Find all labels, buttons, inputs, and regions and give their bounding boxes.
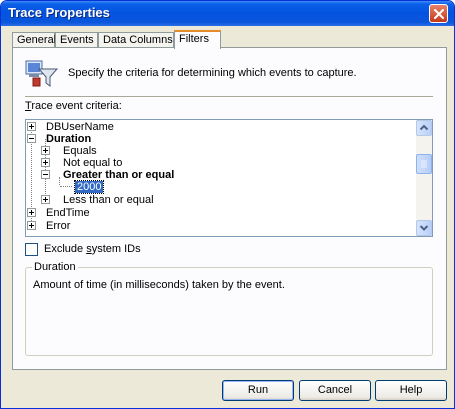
tree-item-equals[interactable]: Equals [26, 145, 416, 157]
scroll-thumb[interactable] [416, 154, 432, 174]
separator [25, 96, 433, 98]
collapse-icon[interactable] [41, 170, 50, 179]
expand-icon[interactable] [27, 122, 36, 131]
run-button[interactable]: Run [222, 380, 294, 401]
tree-item-duration[interactable]: Duration [26, 133, 416, 145]
tree-item-not-equal-to[interactable]: Not equal to [26, 157, 416, 169]
help-button[interactable]: Help [375, 380, 447, 401]
expand-icon[interactable] [41, 158, 50, 167]
trace-event-criteria-label: Trace event criteria: [25, 100, 122, 112]
close-icon [434, 9, 444, 19]
grip-icon [421, 160, 427, 168]
header-description: Specify the criteria for determining whi… [68, 67, 357, 79]
collapse-icon[interactable] [27, 134, 36, 143]
cancel-button[interactable]: Cancel [299, 380, 371, 401]
scroll-down-button[interactable] [416, 220, 432, 236]
close-button[interactable] [429, 4, 448, 23]
trace-filter-icon [25, 60, 59, 87]
exclude-system-ids-label[interactable]: Exclude system IDs [44, 243, 141, 255]
tab-data-columns[interactable]: Data Columns [98, 32, 174, 48]
title-bar[interactable]: Trace Properties [1, 1, 454, 26]
details-description: Amount of time (in milliseconds) taken b… [33, 279, 285, 291]
trace-event-criteria-tree[interactable]: DBUserName Duration Equals Not equal to … [25, 119, 433, 237]
details-group: Duration Amount of time (in milliseconds… [25, 261, 433, 356]
filters-panel: Specify the criteria for determining whi… [12, 47, 447, 370]
expand-icon[interactable] [41, 146, 50, 155]
tree-item-endtime[interactable]: EndTime [26, 207, 416, 219]
trace-properties-dialog: Trace Properties General Events Data Col… [0, 0, 455, 409]
scroll-up-button[interactable] [416, 120, 432, 136]
arrow-down-icon [419, 225, 429, 231]
expand-icon[interactable] [41, 195, 50, 204]
tree-item-less-than-or-equal[interactable]: Less than or equal [26, 194, 416, 206]
tab-general[interactable]: General [12, 32, 56, 48]
tab-events[interactable]: Events [55, 32, 98, 48]
tree-item-greater-than-or-equal[interactable]: Greater than or equal [26, 169, 416, 181]
tree-scrollbar[interactable] [416, 120, 432, 236]
arrow-up-icon [419, 124, 429, 131]
details-title: Duration [32, 261, 78, 273]
tree-item-error[interactable]: Error [26, 220, 416, 232]
exclude-system-ids-checkbox[interactable] [25, 243, 38, 256]
expand-icon[interactable] [27, 221, 36, 230]
tree-item-dbusername[interactable]: DBUserName [26, 121, 416, 133]
tab-filters[interactable]: Filters [174, 30, 221, 49]
tree-item-value-2000[interactable]: 2000 [26, 180, 416, 194]
expand-icon[interactable] [27, 208, 36, 217]
window-title: Trace Properties [8, 5, 110, 20]
